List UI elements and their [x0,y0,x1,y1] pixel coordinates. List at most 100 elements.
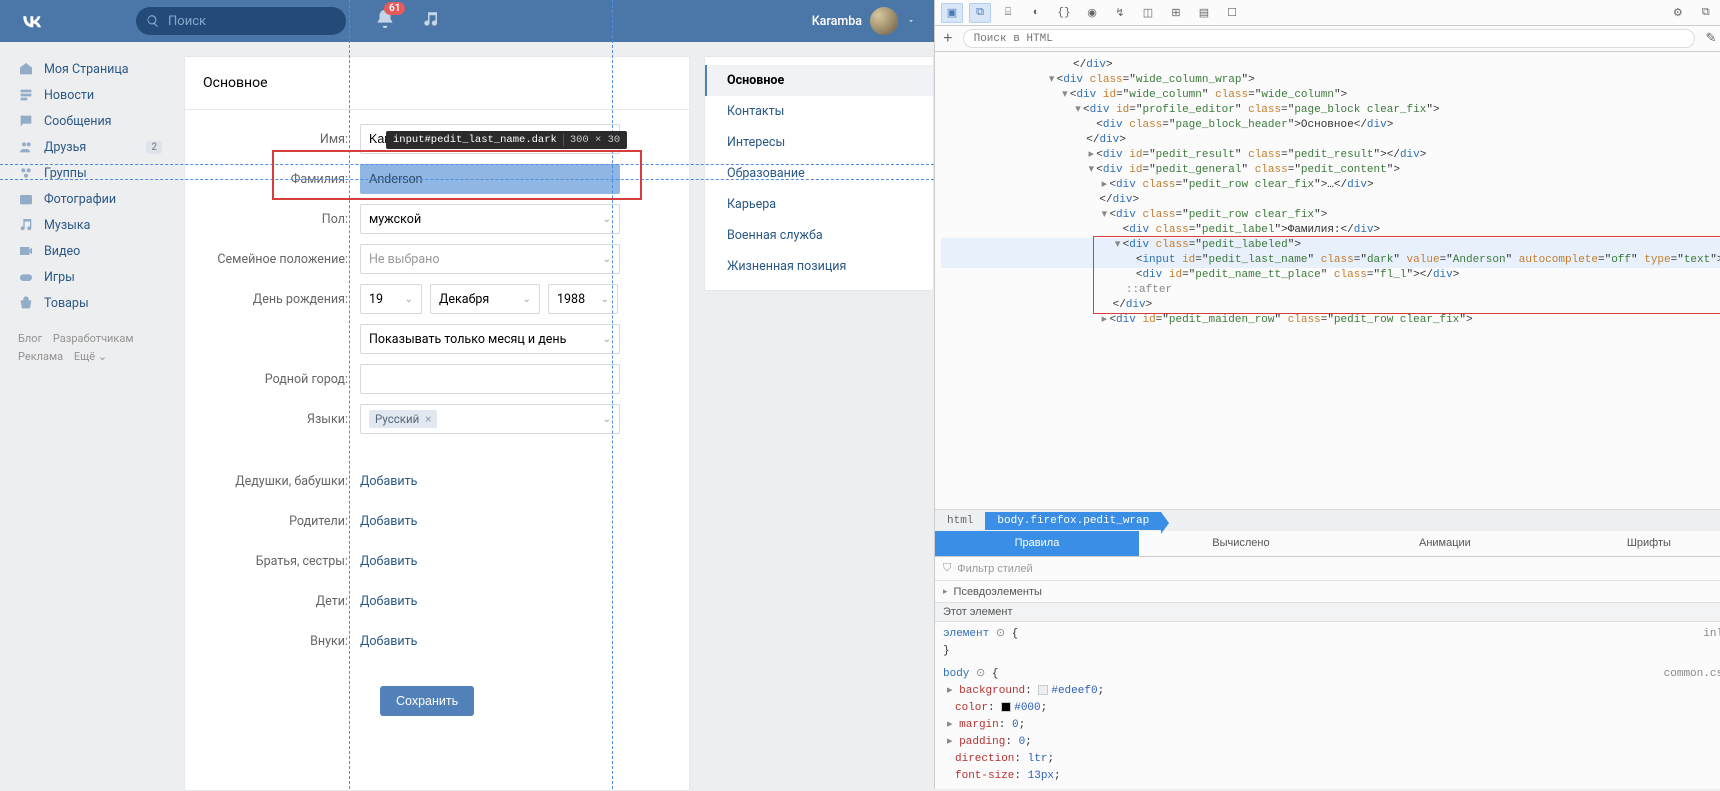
label-marital: Семейное положение: [205,252,360,267]
user-menu[interactable]: Karamba [812,7,916,35]
nav-item-games[interactable]: Игры [18,264,180,290]
search-icon [146,14,160,28]
responsive-button[interactable]: ⧉ [969,3,991,23]
groups-icon [18,165,34,181]
dock-button[interactable]: ⧉ [1695,3,1717,23]
nav-item-msg[interactable]: Сообщения [18,108,180,134]
msg-icon [18,113,34,129]
edit-button[interactable]: ✎ [1705,31,1716,46]
html-search-input[interactable] [963,29,1696,48]
page-title: Основное [185,57,689,110]
settings-button[interactable]: ⚙ [1667,3,1689,23]
news-icon [18,87,34,103]
tool-button[interactable]: ↯ [1109,3,1131,23]
label-siblings: Братья, сестры: [205,554,360,569]
music-icon [18,217,34,233]
label-name: Имя: [205,132,360,147]
friends-icon [18,139,34,155]
settings-tab[interactable]: Жизненная позиция [705,251,933,282]
gender-select[interactable]: мужской⌄ [360,204,620,234]
add-siblings[interactable]: Добавить [360,554,417,569]
style-tabs: ПравилаВычисленоАнимацииШрифты [935,531,1720,557]
label-grandchildren: Внуки: [205,634,360,649]
nav-item-video[interactable]: Видео [18,238,180,264]
games-icon [18,269,34,285]
remove-tag-icon[interactable]: × [425,412,431,426]
username: Karamba [812,14,862,29]
breadcrumb: htmlbody.firefox.pedit_wrap [935,509,1720,531]
tool-button[interactable]: ⊞ [1165,3,1187,23]
vk-logo-icon [18,7,46,35]
style-tab[interactable]: Шрифты [1547,531,1720,556]
tool-button[interactable]: ◉ [1081,3,1103,23]
nav-item-market[interactable]: Товары [18,290,180,316]
add-parents[interactable]: Добавить [360,514,417,529]
bd-month-select[interactable]: Декабря⌄ [430,284,540,314]
add-children[interactable]: Добавить [360,594,417,609]
home-icon [18,61,34,77]
surname-input[interactable] [360,164,620,194]
nav-item-groups[interactable]: Группы [18,160,180,186]
inspector-pick-button[interactable]: ▣ [941,3,963,23]
settings-tabs: ОсновноеКонтактыИнтересыОбразованиеКарье… [704,56,934,291]
label-children: Дети: [205,594,360,609]
style-filter[interactable]: ⛉Фильтр стилей + [935,557,1720,581]
music-button[interactable] [422,10,440,32]
languages-select[interactable]: Русский×⌄ [360,404,620,434]
label-hometown: Родной город: [205,372,360,387]
left-nav: Моя СтраницаНовостиСообщенияДрузья2Групп… [0,56,180,791]
style-tab[interactable]: Правила [935,531,1139,556]
tool-button[interactable]: ▤ [1193,3,1215,23]
devtools-panel: ▣ ⧉ ⌸ ◐ {} ◉ ↯ ◫ ⊞ ▤ ☐ ⚙ ⧉ ✕ + ✎ 👁 </ [934,0,1720,789]
devtools-toolbar: ▣ ⧉ ⌸ ◐ {} ◉ ↯ ◫ ⊞ ▤ ☐ ⚙ ⧉ ✕ [935,0,1720,26]
save-button[interactable]: Сохранить [380,686,474,716]
nav-item-home[interactable]: Моя Страница [18,56,180,82]
marital-select[interactable]: Не выбрано⌄ [360,244,620,274]
label-parents: Родители: [205,514,360,529]
nav-item-friends[interactable]: Друзья2 [18,134,180,160]
market-icon [18,295,34,311]
nav-item-music[interactable]: Музыка [18,212,180,238]
music-icon [422,10,440,28]
settings-tab[interactable]: Контакты [705,96,933,127]
add-grandchildren[interactable]: Добавить [360,634,417,649]
section-header: Этот элемент [935,603,1720,622]
tool-button[interactable]: ⌸ [997,3,1019,23]
settings-tab[interactable]: Образование [705,158,933,189]
pseudo-section[interactable]: ▸Псевдоэлементы [935,581,1720,603]
label-gender: Пол: [205,212,360,227]
label-languages: Языки: [205,412,360,427]
css-rules: элемент ⊙ {inline } body ⊙ {common.css:1… [935,622,1720,789]
nav-item-news[interactable]: Новости [18,82,180,108]
tool-button[interactable]: ◫ [1137,3,1159,23]
notifications-button[interactable]: 61 [374,8,396,34]
add-grandparents[interactable]: Добавить [360,474,417,489]
settings-tab[interactable]: Основное [705,65,933,96]
chevron-down-icon [906,16,916,26]
search-placeholder: Поиск [168,14,206,29]
bd-day-select[interactable]: 19⌄ [360,284,422,314]
search-input[interactable]: Поиск [136,7,346,35]
photo-icon [18,191,34,207]
profile-edit-panel: Основное Имя: Фамилия: Пол: мужской⌄ Сем… [184,56,690,791]
tool-button[interactable]: ◐ [1025,3,1047,23]
breadcrumb-item[interactable]: html [935,512,985,530]
bd-year-select[interactable]: 1988⌄ [548,284,618,314]
settings-tab[interactable]: Интересы [705,127,933,158]
bd-show-select[interactable]: Показывать только месяц и день⌄ [360,324,620,354]
dom-tree[interactable]: </div> ▾<div class="wide_column_wrap"> ▾… [935,52,1720,509]
breadcrumb-item[interactable]: body.firefox.pedit_wrap [985,512,1161,530]
settings-tab[interactable]: Карьера [705,189,933,220]
inspector-tooltip: input#pedit_last_name.dark300 × 30 [386,131,627,149]
tool-button[interactable]: ☐ [1221,3,1243,23]
settings-tab[interactable]: Военная служба [705,220,933,251]
top-bar: Поиск 61 Karamba [0,0,934,42]
style-tab[interactable]: Анимации [1343,531,1547,556]
nav-item-photo[interactable]: Фотографии [18,186,180,212]
devtools-subbar: + ✎ 👁 [935,26,1720,52]
new-node-button[interactable]: + [943,30,953,48]
tool-button[interactable]: {} [1053,3,1075,23]
hometown-input[interactable] [360,364,620,394]
style-tab[interactable]: Вычислено [1139,531,1343,556]
label-birthday: День рождения: [205,292,360,307]
